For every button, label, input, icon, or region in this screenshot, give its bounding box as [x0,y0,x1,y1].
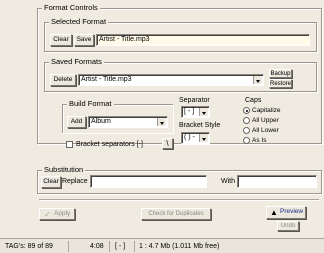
build-format-title: Build Format [67,99,114,108]
add-field-button[interactable]: Add [67,116,86,128]
checkmark-icon: ✓ [44,210,51,219]
bracket-style-dropdown[interactable]: ( ) - [181,132,210,144]
separator-dropdown[interactable]: [ - ] [181,106,210,118]
caps-all-lower-label: All Lower [252,127,279,134]
saved-formats-title: Saved Formats [49,57,104,66]
caps-capitalize-radio[interactable] [243,107,250,114]
saved-formats-selected: Artist - Title.mp3 [81,76,132,83]
caps-all-lower-radio[interactable] [243,127,250,134]
replace-input[interactable] [90,175,207,188]
restore-button[interactable]: Restore [269,79,292,88]
clear-substitution-button[interactable]: Clear [41,176,61,188]
saved-formats-dropdown[interactable]: Artist - Title.mp3 [78,74,264,86]
backup-button[interactable]: Backup [269,69,292,78]
format-controls-title: Format Controls [42,3,100,12]
build-field-selected: Album [91,118,111,125]
caps-capitalize-label: Capitalize [252,107,281,114]
separator-title: Separator [179,97,210,104]
selected-format-input[interactable]: Artist - Title.mp3 [96,34,310,46]
delete-format-button[interactable]: Delete [50,74,76,86]
status-tags: TAG's: 89 of 89 [3,241,69,252]
chevron-down-icon[interactable] [253,76,262,84]
preview-button[interactable]: ▲ Preview [266,206,306,219]
replace-label: Replace [62,178,88,185]
caps-as-is-radio[interactable] [243,137,250,144]
chevron-down-icon[interactable] [199,134,208,142]
caps-title: Caps [245,97,262,104]
chevron-down-icon[interactable] [157,118,166,126]
clear-selected-format-button[interactable]: Clear [50,34,72,46]
with-label: With [221,178,235,185]
save-format-button[interactable]: Save [74,34,94,46]
selected-format-title: Selected Format [49,17,109,26]
actions-divider [39,199,319,201]
undo-button[interactable]: Undo [277,221,299,231]
status-bar: TAG's: 89 of 89 4:08 [ - ] 1 : 4.7 Mb (1… [0,238,324,253]
bracket-separators-checkbox[interactable] [66,141,73,148]
status-duration: 4:08 [88,241,110,252]
bracket-style-title: Bracket Style [179,122,221,129]
separator-selected: [ - ] [184,108,195,115]
build-field-dropdown[interactable]: Album [88,116,168,128]
check-duplicates-button[interactable]: Check for Duplicates [141,208,211,220]
with-input[interactable] [237,175,317,188]
arrow-up-icon: ▲ [270,208,278,217]
caps-all-upper-radio[interactable] [243,117,250,124]
format-window: Format Controls Selected Format Clear Sa… [0,0,324,253]
bracket-style-selected: ( ) - [184,134,195,141]
caps-all-upper-label: All Upper [252,117,279,124]
caps-as-is-label: As Is [252,137,267,144]
preview-label: Preview [280,208,304,215]
status-info: 1 : 4.7 Mb (1.011 Mb free) [139,243,220,250]
backslash-button[interactable]: \ [162,138,173,149]
apply-button[interactable]: ✓ Apply [39,208,75,220]
chevron-down-icon[interactable] [199,108,208,116]
bracket-separators-label: Bracket separators [-] [76,141,143,148]
status-separator: [ - ] [113,241,135,252]
substitution-title: Substitution [42,165,86,174]
apply-label: Apply [54,210,71,217]
